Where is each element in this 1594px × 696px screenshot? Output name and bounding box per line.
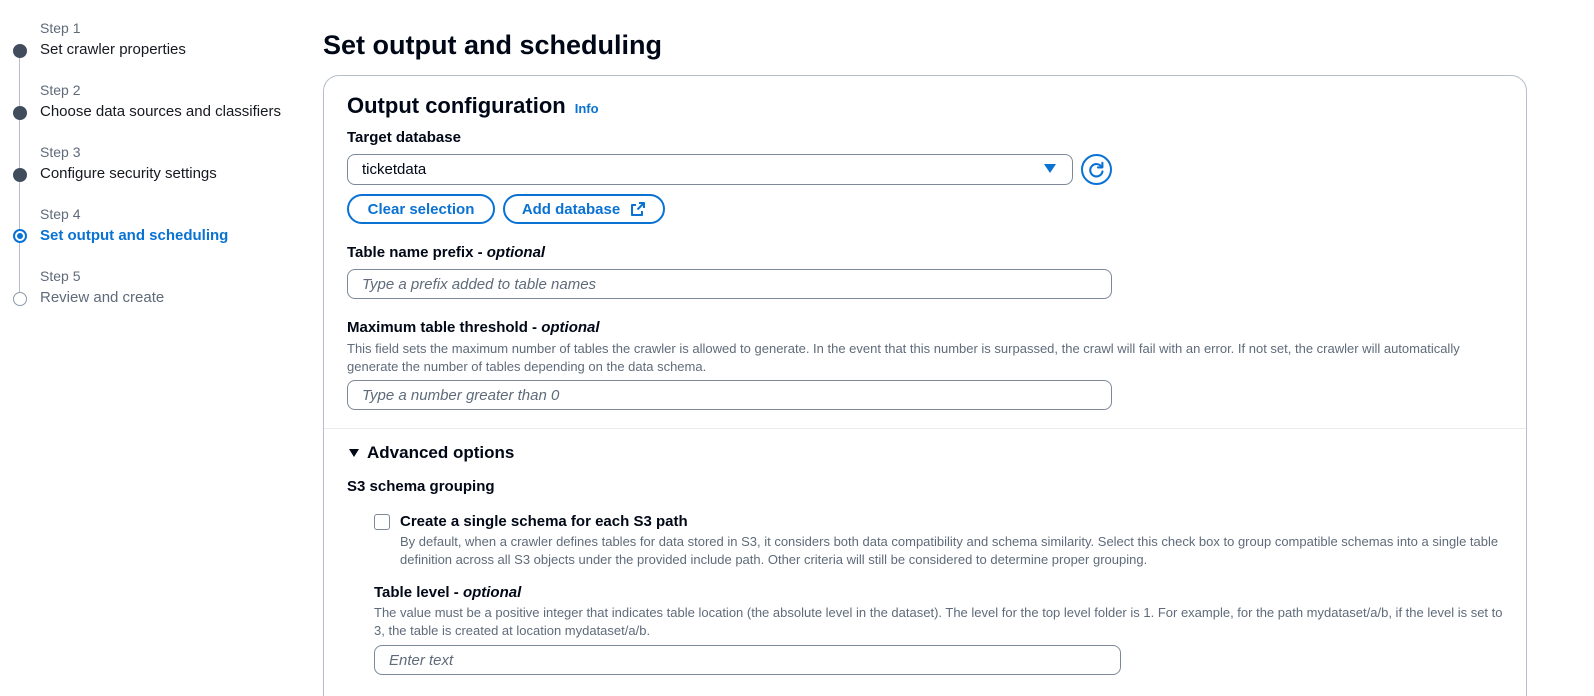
step-3-link[interactable]: Configure security settings bbox=[40, 165, 217, 182]
target-database-select[interactable]: ticketdata bbox=[347, 154, 1073, 185]
step-4-indicator bbox=[13, 229, 27, 243]
refresh-databases-button[interactable] bbox=[1081, 154, 1112, 185]
step-3-number: Step 3 bbox=[40, 144, 81, 160]
add-database-label: Add database bbox=[521, 200, 621, 218]
table-prefix-label: Table name prefix - optional bbox=[347, 244, 545, 261]
section-divider bbox=[324, 428, 1526, 429]
s3-schema-grouping-label: S3 schema grouping bbox=[347, 478, 495, 495]
max-threshold-description: This field sets the maximum number of ta… bbox=[347, 341, 1460, 374]
page-title: Set output and scheduling bbox=[323, 30, 662, 60]
step-1-number: Step 1 bbox=[40, 20, 81, 36]
single-schema-checkbox[interactable] bbox=[374, 514, 390, 530]
max-threshold-label: Maximum table threshold - optional bbox=[347, 319, 600, 336]
table-prefix-label-text: Table name prefix - bbox=[347, 244, 483, 261]
step-2-link[interactable]: Choose data sources and classifiers bbox=[40, 103, 281, 120]
table-level-description: The value must be a positive integer tha… bbox=[374, 605, 1503, 638]
step-4-current: Set output and scheduling bbox=[40, 227, 229, 244]
refresh-icon bbox=[1089, 161, 1104, 178]
clear-selection-button[interactable]: Clear selection bbox=[347, 194, 495, 224]
step-5-title: Review and create bbox=[40, 289, 165, 306]
table-prefix-input[interactable] bbox=[347, 269, 1112, 299]
step-2-number: Step 2 bbox=[40, 82, 81, 98]
table-level-optional: optional bbox=[462, 584, 522, 601]
advanced-options-heading: Advanced options bbox=[367, 443, 515, 462]
wizard-stepper: Step 1 Set crawler properties Step 2 Cho… bbox=[0, 0, 300, 320]
external-link-icon bbox=[631, 202, 646, 216]
target-database-label: Target database bbox=[347, 129, 461, 146]
single-schema-description: By default, when a crawler defines table… bbox=[400, 534, 1499, 567]
caret-down-icon bbox=[1044, 164, 1056, 173]
step-5-number: Step 5 bbox=[40, 268, 81, 284]
step-5-indicator bbox=[13, 292, 27, 306]
target-database-value: ticketdata bbox=[362, 161, 427, 178]
table-level-label: Table level - optional bbox=[374, 584, 521, 601]
step-1-indicator bbox=[13, 44, 27, 58]
step-3-indicator bbox=[13, 168, 27, 182]
table-prefix-optional: optional bbox=[486, 244, 546, 261]
step-4-number: Step 4 bbox=[40, 206, 81, 222]
step-2-indicator bbox=[13, 106, 27, 120]
max-threshold-optional: optional bbox=[541, 319, 600, 336]
max-threshold-label-text: Maximum table threshold - bbox=[347, 319, 538, 336]
output-configuration-container: Output configuration Info Target databas… bbox=[323, 75, 1527, 696]
caret-down-icon bbox=[349, 449, 359, 457]
add-database-button[interactable]: Add database bbox=[503, 194, 665, 224]
output-config-heading: Output configuration bbox=[347, 93, 566, 118]
info-link[interactable]: Info bbox=[575, 101, 599, 116]
step-1-link[interactable]: Set crawler properties bbox=[40, 41, 186, 58]
single-schema-label[interactable]: Create a single schema for each S3 path bbox=[400, 513, 688, 530]
advanced-options-toggle[interactable]: Advanced options bbox=[349, 443, 514, 463]
output-config-header: Output configuration Info bbox=[347, 93, 599, 119]
max-threshold-input[interactable] bbox=[347, 380, 1112, 410]
table-level-input[interactable] bbox=[374, 645, 1121, 675]
table-level-label-text: Table level - bbox=[374, 584, 459, 601]
